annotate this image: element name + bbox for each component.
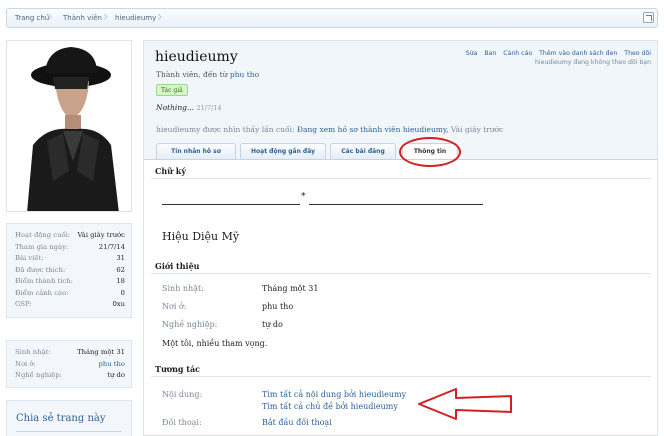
stat-value: Vài giây trước [77, 231, 125, 239]
breadcrumb-home[interactable]: Trang chủ [15, 9, 49, 27]
info-value: tự do [107, 371, 125, 379]
stat-label: Hoạt động cuối: [15, 231, 71, 239]
stat-row: Hoạt động cuối: Vài giây trước [15, 230, 125, 242]
share-title: Chia sẻ trang này [16, 413, 106, 424]
stat-row: Điểm thành tích: 18 [15, 276, 125, 288]
avatar[interactable] [6, 40, 132, 212]
about-label: Nghề nghiệp: [162, 320, 218, 329]
breadcrumb-separator: › [157, 9, 163, 25]
info-row: Sinh nhật: Tháng một 31 [15, 347, 125, 359]
jump-arrow-icon[interactable] [643, 12, 654, 23]
about-heading: Giới thiệu [155, 261, 200, 271]
status-text: Nothing... [156, 103, 195, 112]
info-row: Nơi ở: phu tho [15, 359, 125, 371]
stat-label: Tham gia ngày: [15, 242, 69, 251]
content-label: Nội dung: [162, 390, 203, 399]
about-value: phu tho [262, 302, 294, 311]
breadcrumb-separator: › [103, 9, 109, 25]
stat-row: Tham gia ngày: 21/7/14 [15, 242, 125, 254]
divider [151, 273, 651, 274]
interact-heading: Tương tác [155, 364, 201, 374]
warn-link[interactable]: Cảnh cáo [503, 50, 532, 57]
stat-row: GSP: 0xu [15, 299, 125, 311]
signature-rule [309, 204, 483, 205]
status-message: Nothing... 21/7/14 [156, 103, 222, 112]
find-threads-link[interactable]: Tìm tất cả chủ đề bởi hieudieumy [262, 402, 398, 412]
tab-postings[interactable]: Các bài đăng [330, 143, 396, 159]
about-label: Nơi ở: [162, 302, 187, 311]
stat-value: 21/7/14 [98, 242, 125, 251]
divider [151, 178, 651, 179]
stat-value[interactable]: 62 [116, 265, 125, 277]
tab-recent-activity[interactable]: Hoạt động gần đây [240, 143, 326, 159]
stat-label: Đã được thích: [15, 265, 66, 274]
conversation-label: Đối thoại: [162, 418, 202, 427]
moderation-links: Sửa Ban Cảnh cáo Thêm vào danh sách đen … [461, 49, 651, 67]
signature-heading: Chữ ký [155, 166, 186, 176]
stat-row: Bài viết: 31 [15, 253, 125, 265]
annotation-arrow [418, 388, 512, 420]
info-label: Nghề nghiệp: [15, 371, 62, 379]
username: hieudieumy [155, 49, 238, 65]
info-label: Sinh nhật: [15, 348, 51, 356]
last-seen: hieudieumy được nhìn thấy lần cuối: Đang… [156, 125, 503, 134]
edit-link[interactable]: Sửa [466, 50, 478, 57]
blacklist-link[interactable]: Thêm vào danh sách đen [539, 50, 617, 57]
author-badge: Tác giả [156, 84, 188, 96]
info-label: Nơi ở: [15, 359, 36, 368]
start-conversation-link[interactable]: Bắt đầu đối thoại [262, 418, 332, 428]
find-content-link[interactable]: Tìm tất cả nội dung bởi hieudieumy [262, 390, 406, 400]
stat-value: 0xu [112, 300, 125, 308]
user-title: Thành viên, đến từ phu tho [156, 70, 259, 79]
last-seen-activity[interactable]: Đang xem hồ sơ thành viên hieudieumy, [297, 125, 449, 134]
info-row: Nghề nghiệp: tự do [15, 370, 125, 382]
breadcrumb-user[interactable]: hieudieumy [115, 9, 156, 27]
last-seen-prefix: hieudieumy được nhìn thấy lần cuối: [156, 125, 295, 134]
user-location[interactable]: phu tho [230, 70, 259, 79]
status-time[interactable]: 21/7/14 [197, 104, 222, 112]
tab-profile-posts[interactable]: Tin nhắn hồ sơ [156, 143, 236, 159]
about-text: Một tôi, nhiều tham vọng. [162, 339, 268, 348]
breadcrumb: Trang chủ › Thành viên › hieudieumy › [6, 8, 658, 28]
signature-rule [162, 204, 300, 205]
divider [16, 431, 122, 432]
stat-value: 0 [120, 288, 125, 297]
signature-name: Hiệu Diệu Mỹ [162, 230, 240, 243]
follow-link[interactable]: Theo dõi [624, 50, 651, 57]
tab-divider [144, 159, 657, 160]
breadcrumb-separator: › [47, 9, 53, 25]
stat-label: Điểm cảnh cáo: [15, 288, 69, 297]
member-info: Sinh nhật: Tháng một 31 Nơi ở: phu tho Ngh… [6, 340, 132, 388]
user-title-prefix: Thành viên, đến từ [156, 70, 228, 79]
stat-row: Điểm cảnh cáo: 0 [15, 288, 125, 300]
about-label: Sinh nhật: [162, 284, 204, 293]
share-panel: Chia sẻ trang này [6, 400, 132, 436]
stat-value[interactable]: 18 [116, 276, 125, 288]
stat-row: Đã được thích: 62 [15, 265, 125, 277]
about-value: Tháng một 31 [262, 284, 319, 293]
about-value: tự do [262, 320, 283, 329]
ban-link[interactable]: Ban [484, 50, 496, 57]
divider [151, 376, 651, 377]
info-value: Tháng một 31 [77, 348, 125, 356]
stat-label: GSP: [15, 300, 32, 308]
follow-note: hieudieumy đang không theo dõi bạn [535, 59, 651, 66]
stat-value[interactable]: 31 [116, 253, 125, 265]
info-value[interactable]: phu tho [99, 359, 125, 371]
breadcrumb-members[interactable]: Thành viên [63, 9, 102, 27]
stat-label: Bài viết: [15, 254, 44, 262]
annotation-circle [399, 137, 461, 167]
avatar-image [7, 41, 131, 211]
signature-star: * [301, 192, 306, 202]
last-seen-time: Vài giây trước [450, 125, 504, 134]
profile-main: hieudieumy Thành viên, đến từ phu tho Tá… [143, 40, 658, 436]
member-stats: Hoạt động cuối: Vài giây trước Tham gia n… [6, 223, 132, 318]
stat-label: Điểm thành tích: [15, 277, 73, 285]
